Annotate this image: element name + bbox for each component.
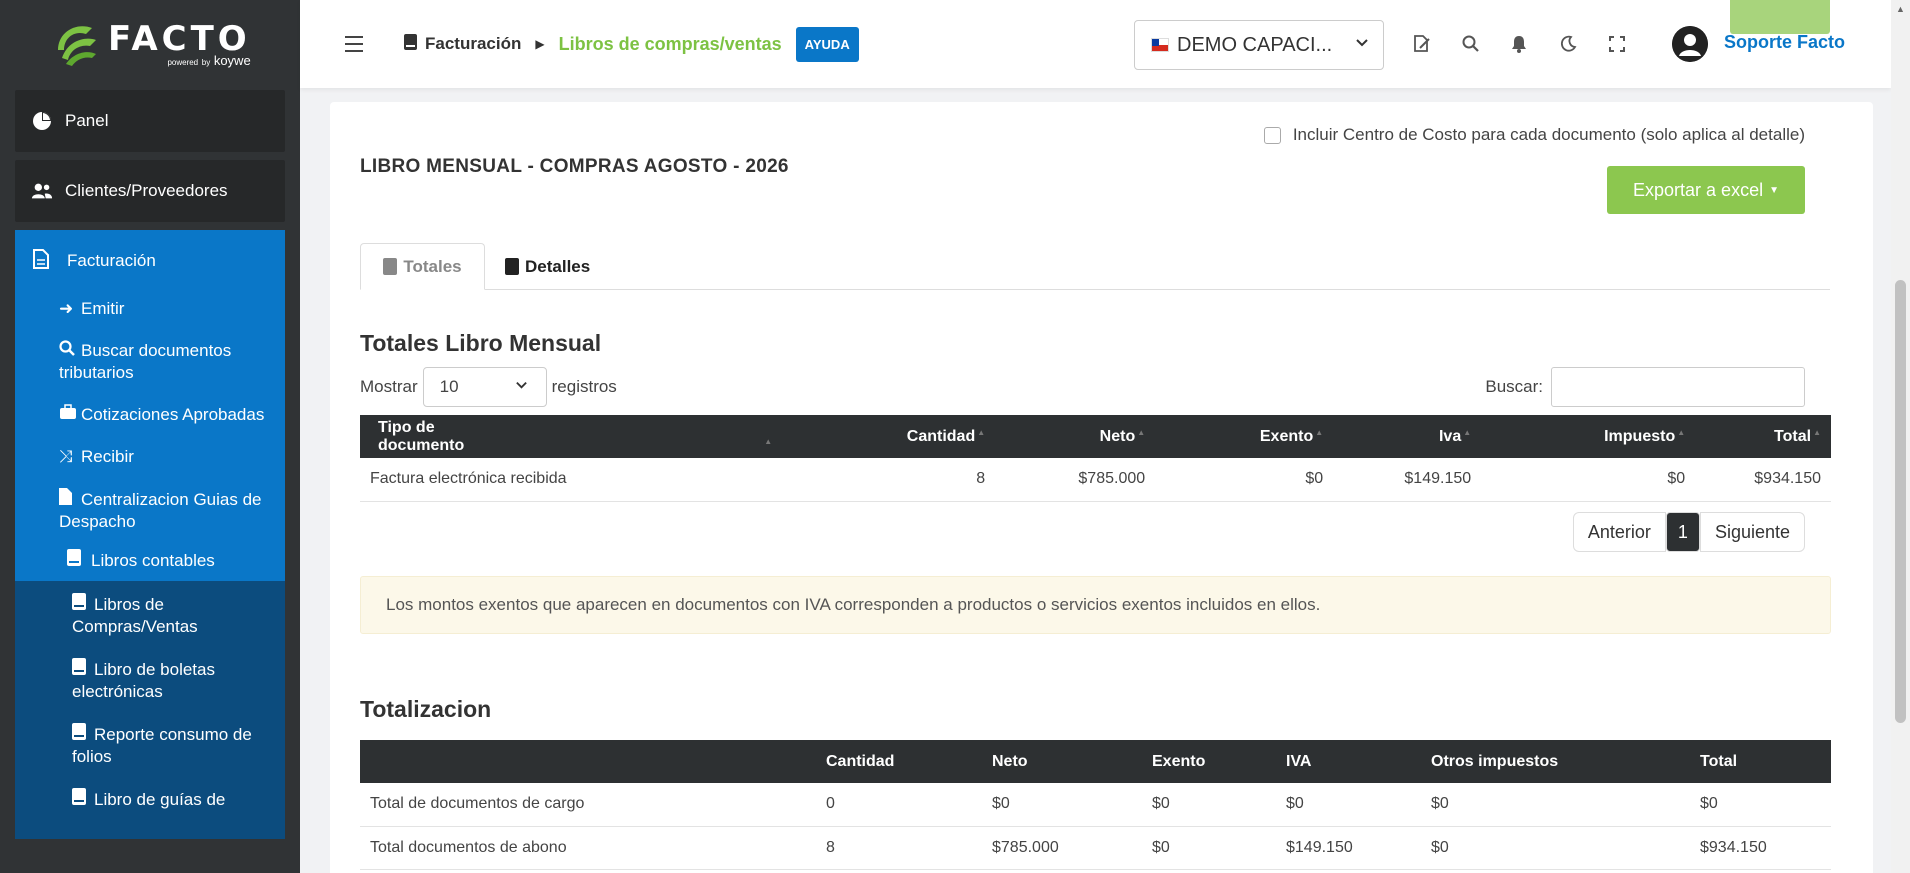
book-icon (505, 258, 519, 275)
sidebar-item-emitir[interactable]: ➜ Emitir (15, 292, 285, 326)
users-icon (31, 180, 53, 202)
search-icon (59, 340, 79, 362)
sidebar-item-facturacion[interactable]: Facturación (15, 230, 285, 292)
caret-down-icon: ▼ (1769, 184, 1779, 196)
sidebar-item-libros-contables[interactable]: Libros contables (15, 539, 285, 581)
sidebar-item-panel[interactable]: Panel (15, 90, 285, 152)
book-icon (67, 549, 91, 571)
export-excel-button[interactable]: Exportar a excel ▼ (1607, 166, 1805, 214)
pagination: Anterior 1 Siguiente (1572, 512, 1805, 552)
sidebar-item-label: Facturación (67, 251, 156, 270)
sidebar-item-recibir[interactable]: ⤨ Recibir (15, 432, 285, 474)
sidebar-item-buscar[interactable]: Buscar documentos tributarios (15, 326, 285, 390)
sidebar-item-libro-boletas[interactable]: Libro de boletas electrónicas (15, 646, 285, 711)
sidebar-item-reporte-folios[interactable]: Reporte consumo de folios (15, 711, 285, 776)
book-icon (72, 593, 92, 616)
checkbox[interactable] (1263, 126, 1281, 144)
sidebar: FACTO powered by koywe Panel Clientes/Pr… (0, 0, 300, 873)
company-selector[interactable]: DEMO CAPACI... (1134, 20, 1384, 70)
sidebar-item-label: Clientes/Proveedores (65, 181, 228, 200)
tab-totales[interactable]: Totales (360, 243, 485, 290)
help-button[interactable]: AYUDA (795, 26, 859, 62)
chevron-down-icon (1355, 35, 1369, 52)
document-icon (33, 248, 55, 274)
col-impuesto[interactable]: Impuesto ▲ (1481, 415, 1696, 458)
sidebar-item-libros-compras[interactable]: Libros de Compras/Ventas (15, 581, 285, 646)
tab-detalles[interactable]: Detalles (505, 243, 590, 290)
pie-chart-icon (31, 110, 53, 132)
sidebar-item-centralizacion[interactable]: Centralizacion Guias de Despacho (15, 474, 285, 539)
checkbox-label: Incluir Centro de Costo para cada docume… (1292, 125, 1805, 144)
search-control: Buscar: (1485, 367, 1805, 407)
scroll-up-icon[interactable]: ▲ (1896, 4, 1905, 14)
facto-logo-icon (52, 20, 100, 70)
sidebar-item-label: Panel (65, 111, 109, 130)
menu-icon[interactable] (345, 36, 363, 52)
breadcrumb: Facturación ▶ Libros de compras/ventas A… (404, 0, 859, 88)
prev-page-button[interactable]: Anterior (1572, 512, 1666, 552)
page-length-select[interactable]: 10 (422, 367, 547, 407)
briefcase-icon (59, 404, 79, 426)
sidebar-group-facturacion: Facturación ➜ Emitir Buscar documentos tr… (15, 230, 285, 581)
search-input[interactable] (1551, 367, 1805, 407)
brand-logo[interactable]: FACTO powered by koywe (0, 0, 300, 90)
sidebar-item-cotizaciones[interactable]: Cotizaciones Aprobadas (15, 390, 285, 432)
col-neto[interactable]: Neto ▲ (995, 415, 1156, 458)
totales-heading: Totales Libro Mensual (360, 330, 602, 356)
sign-out-icon: ➜ (59, 299, 74, 318)
totalizacion-table: Cantidad Neto Exento IVA Otros impuestos… (360, 740, 1831, 870)
tabs: Totales Detalles (360, 243, 1830, 290)
cost-center-checkbox[interactable]: Incluir Centro de Costo para cada docume… (1263, 125, 1805, 145)
sidebar-item-libro-guias[interactable]: Libro de guías de (15, 776, 285, 819)
sidebar-item-clients[interactable]: Clientes/Proveedores (15, 160, 285, 222)
info-note: Los montos exentos que aparecen en docum… (360, 576, 1831, 634)
page-title: LIBRO MENSUAL - COMPRAS AGOSTO - 2026 (360, 156, 789, 177)
sidebar-group-libros: Libros de Compras/Ventas Libro de boleta… (15, 581, 285, 839)
fullscreen-icon[interactable] (1607, 34, 1627, 54)
user-menu[interactable]: Soporte Facto (1724, 32, 1845, 53)
caret-right-icon: ▶ (535, 37, 545, 51)
col-total[interactable]: Total ▲ (1695, 415, 1831, 458)
company-name: DEMO CAPACI... (1177, 33, 1333, 56)
next-page-button[interactable]: Siguiente (1699, 512, 1805, 552)
topbar: Facturación ▶ Libros de compras/ventas A… (300, 0, 1891, 88)
file-icon (59, 488, 79, 511)
col-tipo[interactable]: Tipo de documento ▲ (360, 415, 783, 458)
book-icon (383, 258, 398, 275)
col-exento[interactable]: Exento ▲ (1155, 415, 1334, 458)
shuffle-icon: ⤨ (59, 447, 73, 466)
table-row: Total documentos de abono 8 $785.000 $0 … (360, 826, 1831, 870)
search-icon[interactable] (1461, 34, 1481, 54)
page-1-button[interactable]: 1 (1665, 512, 1700, 552)
page-length-control: Mostrar 10 registros (360, 367, 617, 407)
table-row: Factura electrónica recibida 8 $785.000 … (360, 458, 1831, 502)
chevron-down-icon (515, 378, 528, 394)
breadcrumb-facturacion[interactable]: Facturación (425, 34, 521, 54)
scrollbar[interactable]: ▲ (1891, 0, 1910, 873)
scrollbar-thumb[interactable] (1895, 280, 1906, 723)
book-icon (72, 723, 92, 746)
chile-flag-icon (1151, 38, 1169, 52)
totalizacion-heading: Totalizacion (360, 696, 492, 722)
edit-document-icon[interactable] (1412, 34, 1432, 54)
brand-name: FACTO (108, 18, 251, 59)
table-row: Total de documentos de cargo 0 $0 $0 $0 … (360, 783, 1831, 827)
moon-icon[interactable] (1558, 34, 1578, 54)
totales-table: Tipo de documento ▲ Cantidad ▲ Neto ▲ Exent… (360, 415, 1831, 502)
book-icon (72, 788, 92, 811)
book-icon (404, 33, 417, 55)
breadcrumb-current: Libros de compras/ventas (558, 33, 782, 54)
bell-icon[interactable] (1509, 34, 1529, 54)
main-card: Incluir Centro de Costo para cada docume… (330, 102, 1873, 873)
ghost-button (1730, 0, 1830, 34)
avatar[interactable] (1672, 26, 1708, 62)
col-iva[interactable]: Iva ▲ (1333, 415, 1482, 458)
col-cantidad[interactable]: Cantidad ▲ (782, 415, 996, 458)
book-icon (72, 658, 92, 681)
